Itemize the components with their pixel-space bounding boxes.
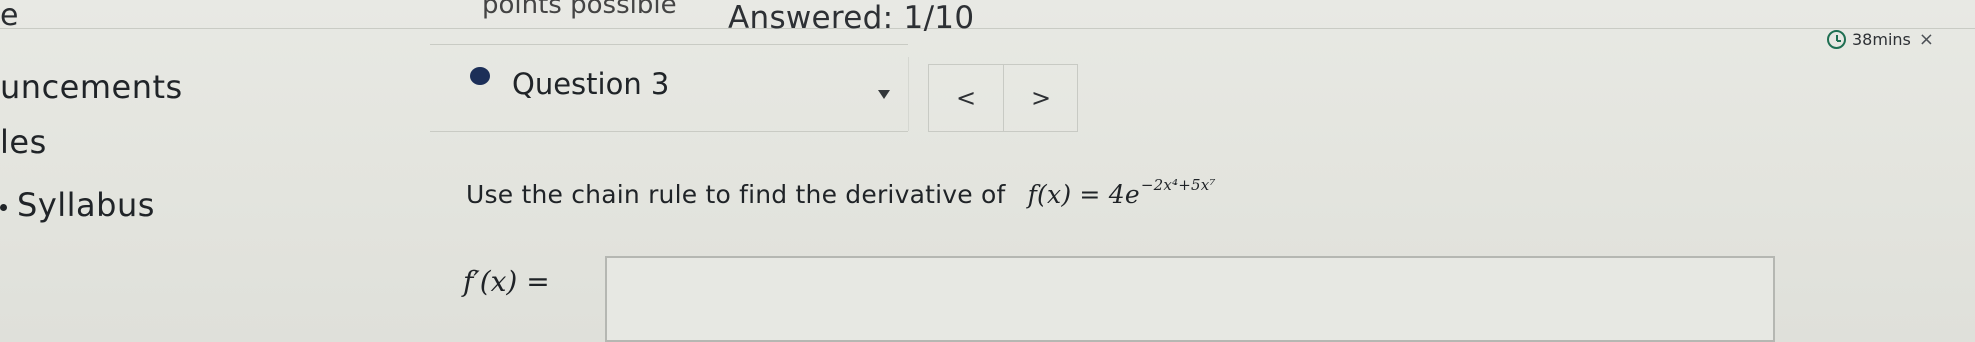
- status-dot-icon: [470, 67, 490, 85]
- next-question-button[interactable]: >: [1004, 65, 1078, 131]
- function-exponent: −2x⁴+5x⁷: [1140, 176, 1216, 194]
- question-prompt: Use the chain rule to find the derivativ…: [466, 176, 1216, 209]
- function-expression: f(x) = 4e−2x⁴+5x⁷: [1027, 176, 1216, 209]
- assessment-page: e points possible Answered: 1/10 38mins …: [0, 0, 1975, 342]
- selector-divider: [908, 57, 909, 131]
- prompt-text: Use the chain rule to find the derivativ…: [466, 180, 1006, 209]
- answer-label: f′(x) =: [463, 265, 550, 298]
- sidebar-item-label: uncements: [0, 68, 183, 106]
- points-possible-text: points possible: [482, 0, 677, 20]
- question-navigation: < >: [928, 64, 1078, 132]
- question-label: Question 3: [512, 67, 670, 101]
- clock-icon: [1827, 30, 1846, 49]
- question-selector[interactable]: Question 3: [430, 44, 909, 132]
- close-icon[interactable]: ×: [1919, 29, 1934, 50]
- cutoff-header-text: e: [0, 0, 19, 33]
- chevron-down-icon[interactable]: [878, 90, 890, 99]
- timer-label: 38mins: [1852, 30, 1911, 49]
- sidebar-item-syllabus[interactable]: Syllabus: [0, 186, 155, 224]
- sidebar-item-announcements[interactable]: uncements: [0, 68, 183, 106]
- sidebar-item-modules[interactable]: les: [0, 123, 47, 161]
- timer: 38mins ×: [1827, 29, 1934, 50]
- sidebar-item-label: les: [0, 123, 47, 161]
- bullet-icon: [0, 203, 7, 211]
- sidebar-item-label: Syllabus: [17, 186, 155, 224]
- top-toolbar: e points possible Answered: 1/10: [0, 0, 1975, 36]
- previous-icon: <: [955, 84, 977, 112]
- function-lhs: f(x) = 4e: [1027, 180, 1140, 209]
- answered-count: Answered: 1/10: [728, 0, 975, 36]
- next-icon: >: [1030, 84, 1052, 112]
- answer-input[interactable]: [605, 256, 1775, 342]
- previous-question-button[interactable]: <: [929, 65, 1004, 131]
